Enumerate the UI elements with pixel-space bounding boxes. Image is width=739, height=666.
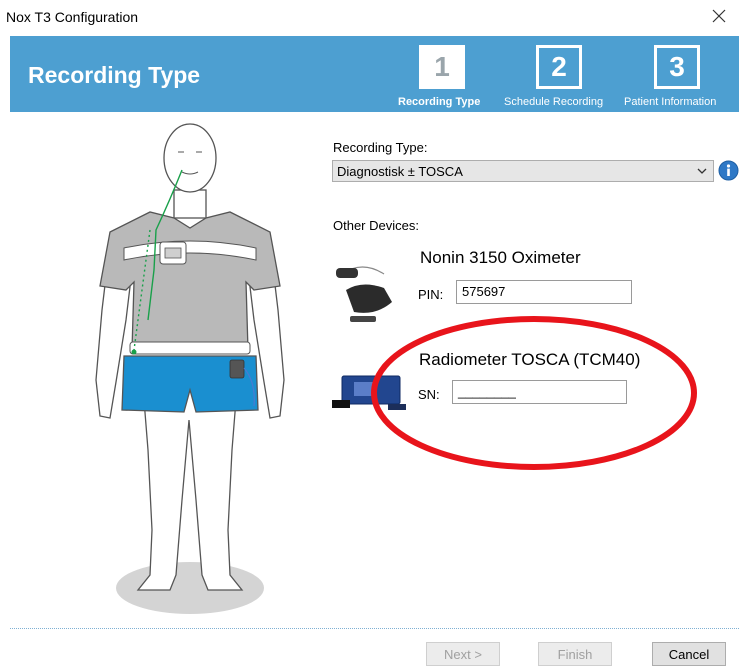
recording-type-label: Recording Type: [333,140,428,155]
sn-input[interactable]: ________ [452,380,627,404]
cancel-button[interactable]: Cancel [652,642,726,666]
pin-input[interactable]: 575697 [456,280,632,304]
device-2-field-label: SN: [418,387,440,402]
step-3-label: Patient Information [624,96,717,108]
patient-body-illustration [95,123,285,614]
step-1-badge: 1 [419,45,465,89]
recording-type-select[interactable]: Diagnostisk ± TOSCA [332,160,714,182]
step-2-badge: 2 [536,45,582,89]
chevron-down-icon [697,168,707,174]
device-1-name: Nonin 3150 Oximeter [420,248,581,267]
page-title: Recording Type [28,62,201,88]
wizard-header: Recording Type 1 2 3 Recording Type Sche… [10,36,739,112]
close-icon[interactable] [707,4,731,28]
window-titlebar: Nox T3 Configuration [0,0,739,36]
tosca-device-image [332,375,406,410]
device-2-name: Radiometer TOSCA (TCM40) [419,350,641,369]
footer-divider [10,628,739,629]
oximeter-device-image [336,266,392,322]
window-title: Nox T3 Configuration [6,9,139,25]
other-devices-label: Other Devices: [333,218,419,233]
step-1-label: Recording Type [398,96,481,108]
info-icon[interactable] [718,160,739,181]
step-2-label: Schedule Recording [504,96,604,108]
next-button[interactable]: Next > [426,642,500,666]
device-1-field-label: PIN: [418,287,444,302]
finish-button[interactable]: Finish [538,642,612,666]
recording-type-value: Diagnostisk ± TOSCA [337,164,463,179]
step-3-badge: 3 [654,45,700,89]
